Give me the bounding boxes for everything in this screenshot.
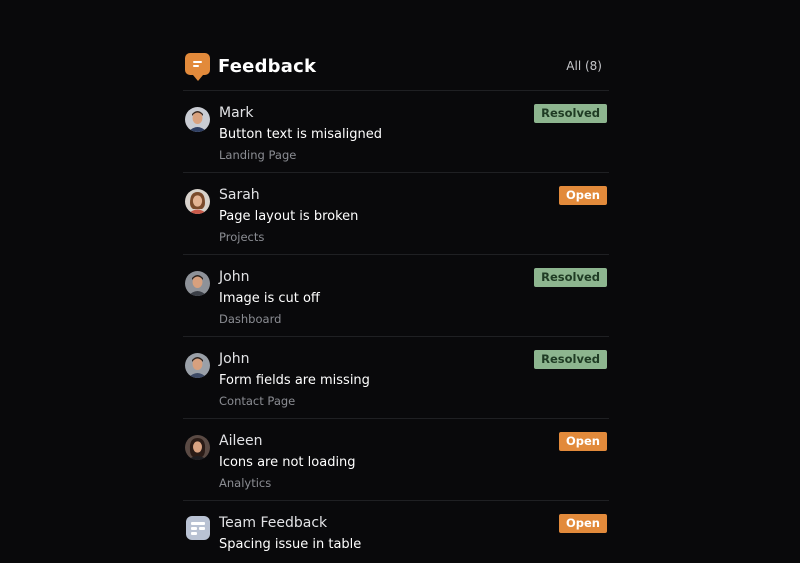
feedback-summary: Icons are not loading xyxy=(219,455,356,470)
status-badge: Resolved xyxy=(534,268,607,287)
team-icon xyxy=(186,516,210,540)
feedback-panel: Feedback All (8) Mark Button text is mis… xyxy=(183,44,609,563)
author-name: Aileen xyxy=(219,433,263,449)
feedback-list: Mark Button text is misaligned Landing P… xyxy=(183,91,609,563)
status-badge: Open xyxy=(559,514,607,533)
avatar xyxy=(185,189,210,214)
author-name: Team Feedback xyxy=(219,515,328,531)
status-badge: Resolved xyxy=(534,350,607,369)
feedback-page: Dashboard xyxy=(219,312,282,326)
avatar xyxy=(185,107,210,132)
feedback-page: Landing Page xyxy=(219,148,297,162)
status-badge: Resolved xyxy=(534,104,607,123)
feedback-page: Projects xyxy=(219,230,265,244)
avatar xyxy=(185,353,210,378)
panel-header: Feedback All (8) xyxy=(183,44,609,91)
feedback-page: Contact Page xyxy=(219,394,296,408)
feedback-summary: Button text is misaligned xyxy=(219,127,382,142)
page-title: Feedback xyxy=(218,55,317,77)
status-badge: Open xyxy=(559,186,607,205)
author-name: Sarah xyxy=(219,187,260,203)
all-filter-link[interactable]: All (8) xyxy=(566,59,602,73)
feedback-summary: Image is cut off xyxy=(219,291,320,306)
feedback-item[interactable]: Mark Button text is misaligned Landing P… xyxy=(183,91,609,173)
status-badge: Open xyxy=(559,432,607,451)
feedback-item[interactable]: John Image is cut off Dashboard Resolved xyxy=(183,255,609,337)
avatar xyxy=(185,435,210,460)
feedback-summary: Spacing issue in table xyxy=(219,537,362,552)
header-title-group: Feedback xyxy=(183,53,317,81)
feedback-item[interactable]: John Form fields are missing Contact Pag… xyxy=(183,337,609,419)
feedback-chat-icon xyxy=(185,53,210,81)
feedback-item[interactable]: Team Feedback Spacing issue in table Ope… xyxy=(183,501,609,563)
feedback-summary: Page layout is broken xyxy=(219,209,359,224)
feedback-item[interactable]: Aileen Icons are not loading Analytics O… xyxy=(183,419,609,501)
feedback-item[interactable]: Sarah Page layout is broken Projects Ope… xyxy=(183,173,609,255)
avatar xyxy=(185,271,210,296)
feedback-summary: Form fields are missing xyxy=(219,373,370,388)
feedback-page: Analytics xyxy=(219,476,272,490)
